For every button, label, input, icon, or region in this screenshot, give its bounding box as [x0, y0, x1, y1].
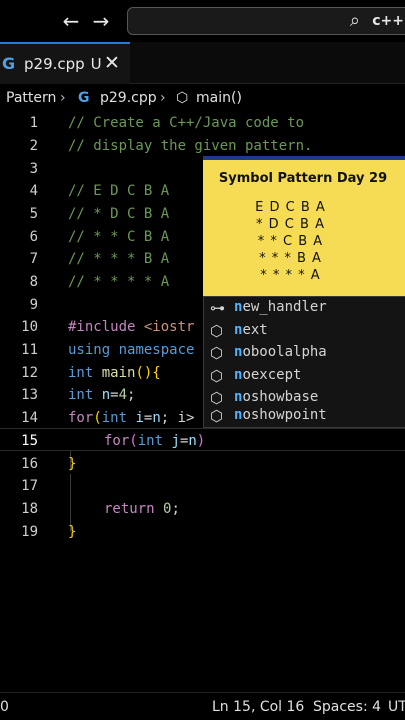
line-number: 2	[29, 138, 38, 154]
code-line-5: // * D C B A	[68, 206, 170, 222]
code-line-13: int n=4;	[68, 387, 136, 403]
code-line-7: // * * * B A	[68, 251, 170, 267]
close-icon[interactable]: ✕	[104, 52, 120, 74]
class-icon: ⊶	[210, 299, 225, 317]
line-number: 10	[21, 319, 38, 335]
suggestion-item[interactable]: ⬡ noexcept	[204, 365, 405, 388]
card-row: * * C B A	[257, 234, 324, 249]
chevron-right-icon: ›	[160, 90, 166, 106]
suggestion-item[interactable]: ⬡ next	[204, 320, 405, 343]
tab-modified-badge: U	[90, 55, 102, 73]
cube-icon: ⬡	[210, 344, 224, 362]
code-line-11: using namespace	[68, 342, 195, 358]
code-line-1: // Create a C++/Java code to	[68, 115, 305, 131]
line-number: 9	[29, 297, 38, 313]
line-number: 4	[29, 183, 38, 199]
line-number: 13	[21, 387, 38, 403]
line-number: 1	[29, 115, 38, 131]
status-bar: 0 Ln 15, Col 16 Spaces: 4 UT	[0, 692, 405, 720]
search-text: c++	[372, 13, 404, 29]
search-icon: ⌕	[349, 10, 360, 31]
card-row: E D C B A	[255, 200, 326, 215]
line-number: 19	[21, 524, 38, 540]
line-number: 14	[21, 410, 38, 426]
tab-p29-cpp[interactable]: G p29.cpp U ✕	[0, 42, 130, 84]
title-bar: ← → ⌕ c++	[0, 0, 405, 42]
status-encoding[interactable]: UT	[388, 699, 405, 715]
tab-label: p29.cpp U	[24, 55, 102, 73]
forward-arrow-icon[interactable]: →	[88, 8, 114, 34]
card-title: Symbol Pattern Day 29	[218, 171, 388, 186]
code-line-6: // * * C B A	[68, 229, 170, 245]
code-line-16: }	[68, 456, 77, 472]
line-number: 11	[21, 342, 38, 358]
code-line-14: for(int i=n; i>	[68, 410, 195, 426]
code-line-4: // E D C B A	[68, 183, 170, 199]
code-line-19: }	[68, 524, 77, 540]
code-line-10: #include <iostr	[68, 319, 195, 335]
cube-icon: ⬡	[210, 407, 224, 425]
pattern-card: Symbol Pattern Day 29 E D C B A * D C B …	[203, 156, 405, 296]
line-number: 6	[29, 229, 38, 245]
breadcrumb-folder[interactable]: Pattern	[6, 90, 56, 106]
line-number: 3	[29, 161, 38, 177]
chevron-right-icon: ›	[60, 90, 66, 106]
breadcrumb-symbol[interactable]: main()	[196, 90, 242, 106]
code-line-15: for(int j=n)	[104, 433, 206, 449]
line-number: 18	[21, 501, 38, 517]
status-cursor-position[interactable]: Ln 15, Col 16	[212, 699, 304, 715]
cube-icon: ⬡	[176, 90, 189, 106]
back-arrow-icon[interactable]: ←	[58, 8, 84, 34]
code-line-18: return 0;	[104, 501, 180, 517]
line-number: 15	[21, 433, 38, 449]
code-line-12: int main(){	[68, 365, 161, 381]
line-number: 5	[29, 206, 38, 222]
suggestion-item[interactable]: ⬡ noboolalpha	[204, 342, 405, 365]
code-line-2: // display the given pattern.	[68, 138, 313, 154]
code-line-8: // * * * * A	[68, 274, 170, 290]
line-number: 16	[21, 456, 38, 472]
line-number: 7	[29, 251, 38, 267]
card-row: * * * * A	[260, 268, 321, 283]
cpp-file-icon: G	[78, 90, 90, 106]
breadcrumb: Pattern › G p29.cpp › ⬡ main()	[0, 86, 405, 112]
line-number: 17	[21, 478, 38, 494]
line-number: 12	[21, 365, 38, 381]
line-number: 8	[29, 274, 38, 290]
command-center-search[interactable]: ⌕ c++	[127, 7, 405, 35]
cube-icon: ⬡	[210, 322, 224, 340]
card-row: * * * B A	[259, 251, 322, 266]
card-row: * D C B A	[256, 217, 325, 232]
suggestion-item[interactable]: ⊶ new_handler	[204, 297, 405, 320]
status-indentation[interactable]: Spaces: 4	[313, 699, 381, 715]
cpp-file-icon: G	[2, 54, 16, 73]
breadcrumb-file[interactable]: p29.cpp	[100, 90, 157, 106]
autocomplete-popup: ⊶ new_handler ⬡ next ⬡ noboolalpha ⬡ noe…	[203, 296, 405, 428]
suggestion-item[interactable]: ⬡ noshowpoint	[204, 405, 405, 428]
tab-bar: G p29.cpp U ✕	[0, 42, 405, 84]
cube-icon: ⬡	[210, 367, 224, 385]
status-problems[interactable]: 0	[0, 699, 9, 715]
